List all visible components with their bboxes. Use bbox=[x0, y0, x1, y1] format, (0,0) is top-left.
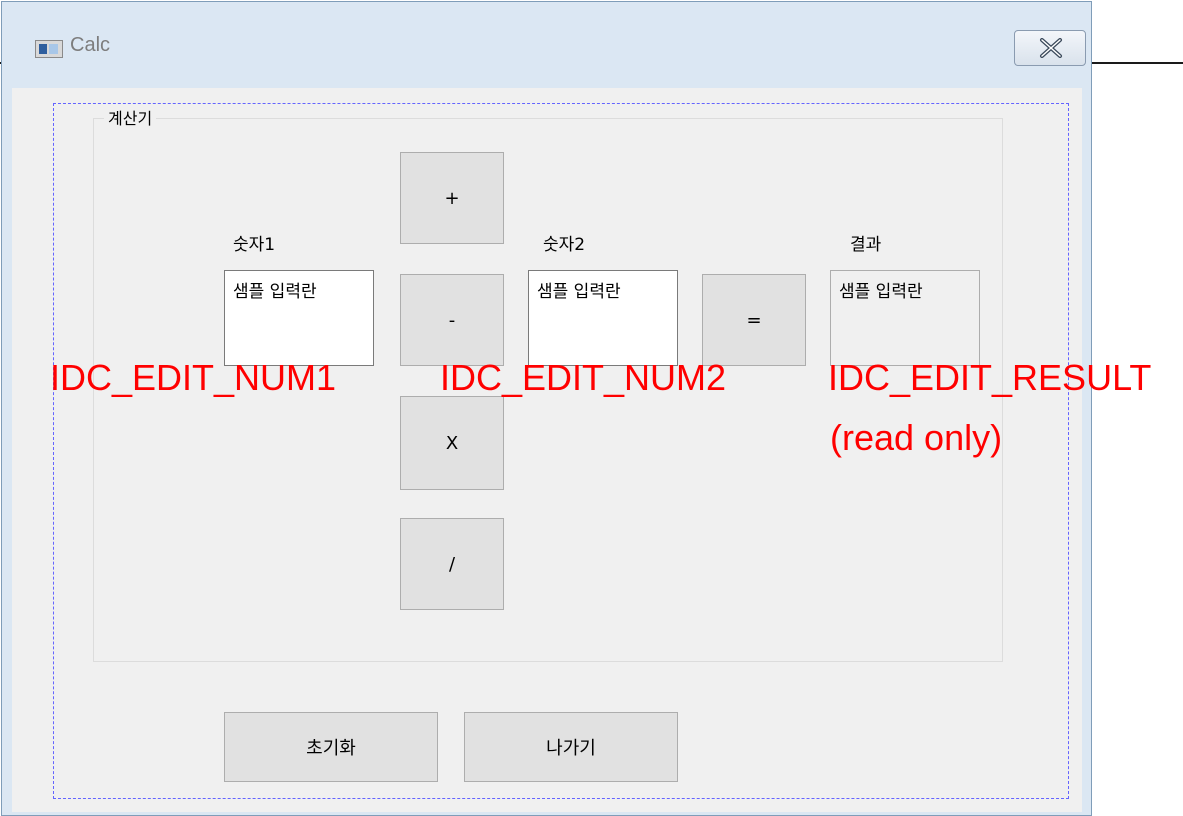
exit-button[interactable]: 나가기 bbox=[464, 712, 678, 782]
divider-right bbox=[1092, 62, 1183, 64]
app-icon bbox=[35, 40, 63, 58]
divide-button[interactable]: / bbox=[400, 518, 504, 610]
num1-input[interactable]: 샘플 입력란 bbox=[224, 270, 374, 366]
annotation-result-note: (read only) bbox=[830, 417, 1003, 458]
title-bar[interactable]: Calc bbox=[2, 2, 1091, 88]
result-field: 샘플 입력란 bbox=[830, 270, 980, 366]
num1-label: 숫자1 bbox=[233, 235, 276, 255]
close-icon bbox=[1040, 38, 1062, 58]
result-label: 결과 bbox=[850, 235, 882, 255]
annotation-num1: IDC_EDIT_NUM1 bbox=[50, 357, 337, 398]
add-button[interactable]: + bbox=[400, 152, 504, 244]
calc-window: Calc 계산기 숫자1 숫자2 결과 샘플 입력란 샘플 입력란 샘플 입력란… bbox=[1, 1, 1092, 816]
annotation-result: IDC_EDIT_RESULT bbox=[828, 357, 1152, 398]
groupbox-label: 계산기 bbox=[104, 105, 157, 129]
annotation-num2: IDC_EDIT_NUM2 bbox=[440, 357, 727, 398]
multiply-button[interactable]: X bbox=[400, 396, 504, 490]
num2-input[interactable]: 샘플 입력란 bbox=[528, 270, 678, 366]
num2-label: 숫자2 bbox=[543, 235, 586, 255]
window-title: Calc bbox=[70, 34, 111, 56]
subtract-button[interactable]: - bbox=[400, 274, 504, 366]
reset-button[interactable]: 초기화 bbox=[224, 712, 438, 782]
equals-button[interactable]: = bbox=[702, 274, 806, 366]
close-button[interactable] bbox=[1014, 30, 1086, 66]
